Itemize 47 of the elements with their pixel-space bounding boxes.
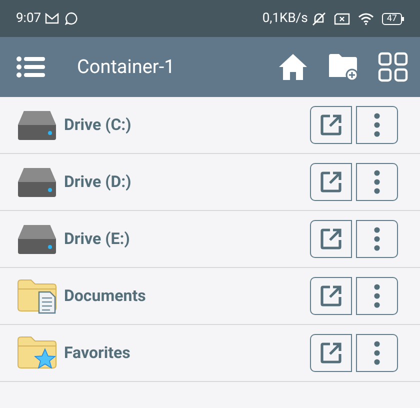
more-vertical-icon xyxy=(374,227,380,251)
item-label[interactable]: Drive (E:) xyxy=(64,227,130,251)
more-vertical-icon xyxy=(374,341,380,365)
item-label[interactable]: Drive (C:) xyxy=(64,113,132,137)
open-external-icon xyxy=(319,170,343,194)
more-vertical-icon xyxy=(374,113,380,137)
status-time: 9:07 xyxy=(16,10,42,28)
more-vertical-icon xyxy=(374,170,380,194)
item-label[interactable]: Favorites xyxy=(64,341,130,365)
network-speed: 0,1KB/s xyxy=(262,10,308,28)
open-external-button[interactable] xyxy=(310,277,352,315)
open-external-button[interactable] xyxy=(310,334,352,372)
open-external-icon xyxy=(319,284,343,308)
menu-button[interactable] xyxy=(16,55,48,79)
toolbar-title: Container-1 xyxy=(77,54,175,80)
grid-icon xyxy=(378,52,408,82)
battery-indicator: 47 xyxy=(382,12,404,24)
mail-icon xyxy=(45,13,60,24)
grid-view-button[interactable] xyxy=(378,52,408,82)
more-options-button[interactable] xyxy=(356,277,398,315)
documents-folder-icon xyxy=(17,278,57,314)
wifi-icon xyxy=(358,12,374,24)
hard-drive-icon xyxy=(17,166,57,198)
new-folder-button[interactable] xyxy=(328,53,358,81)
open-external-icon xyxy=(319,341,343,365)
sim-icon xyxy=(334,12,350,24)
more-options-button[interactable] xyxy=(356,163,398,201)
more-vertical-icon xyxy=(374,284,380,308)
more-options-button[interactable] xyxy=(356,334,398,372)
item-label[interactable]: Documents xyxy=(64,284,146,308)
item-label[interactable]: Drive (D:) xyxy=(64,170,132,194)
hard-drive-icon xyxy=(17,223,57,255)
open-external-button[interactable] xyxy=(310,106,352,144)
folder-add-icon xyxy=(328,53,358,81)
muted-bell-icon xyxy=(312,12,326,26)
menu-icon xyxy=(16,56,46,78)
star-folder-icon xyxy=(17,335,57,371)
home-button[interactable] xyxy=(278,53,308,81)
more-options-button[interactable] xyxy=(356,220,398,258)
home-icon xyxy=(278,53,308,81)
open-external-icon xyxy=(319,113,343,137)
hard-drive-icon xyxy=(17,109,57,141)
open-external-button[interactable] xyxy=(310,163,352,201)
open-external-icon xyxy=(319,227,343,251)
chat-icon xyxy=(65,12,78,25)
more-options-button[interactable] xyxy=(356,106,398,144)
open-external-button[interactable] xyxy=(310,220,352,258)
